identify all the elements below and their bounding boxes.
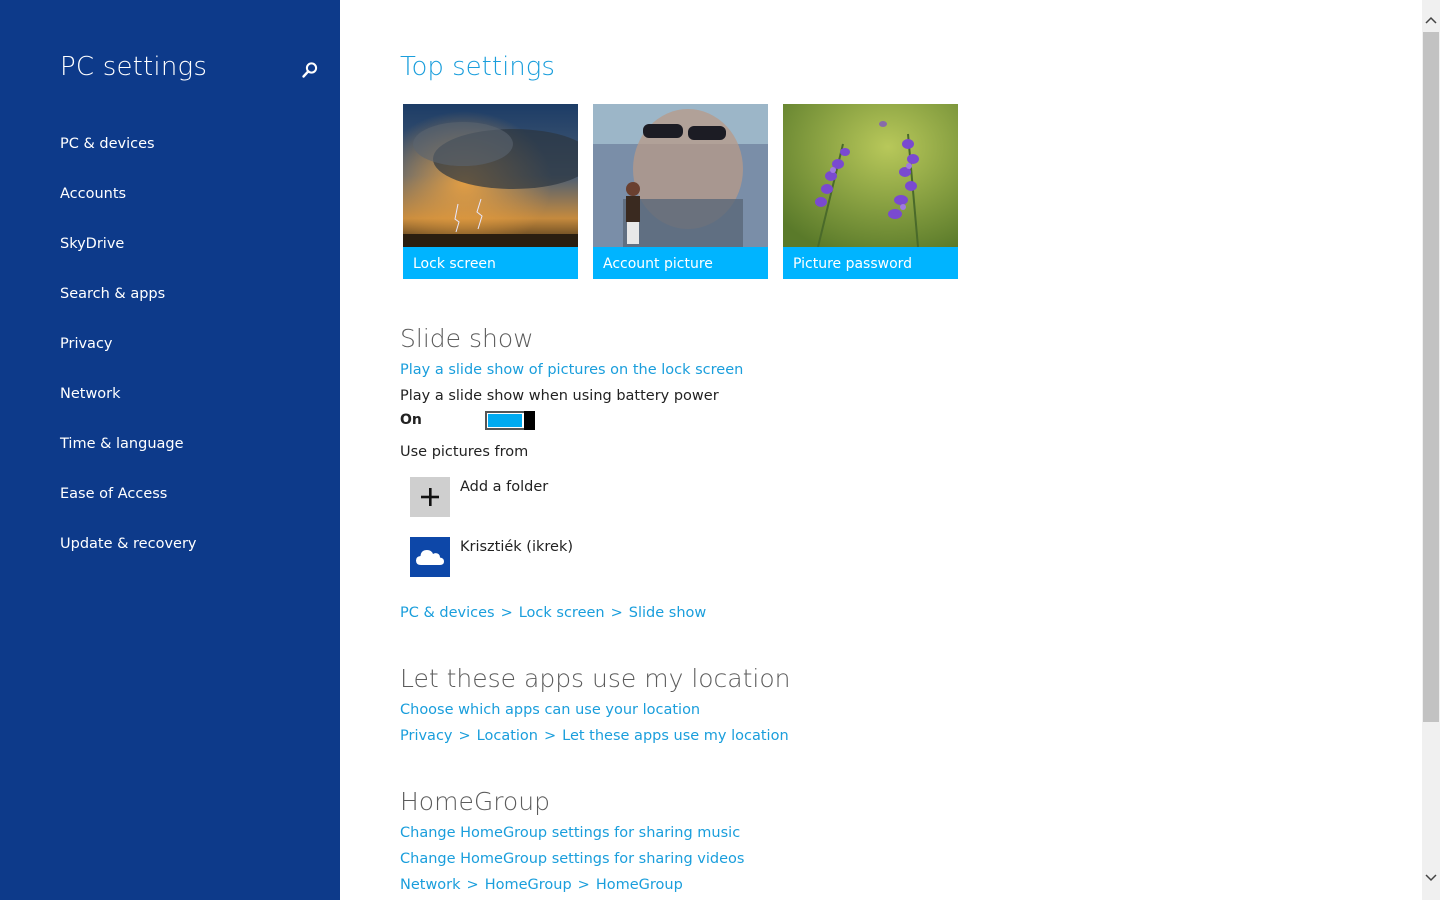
breadcrumb-separator: > <box>466 877 479 893</box>
sidebar-item-pc-devices[interactable]: PC & devices <box>60 136 155 152</box>
sidebar-item-ease-of-access[interactable]: Ease of Access <box>60 486 167 502</box>
chevron-down-icon <box>1425 874 1437 882</box>
location-breadcrumb: Privacy > Location > Let these apps use my l… <box>400 728 789 744</box>
lavender-image <box>783 104 958 247</box>
toggle-state-label: On <box>400 412 422 428</box>
cloud-icon <box>416 550 444 565</box>
add-folder-label[interactable]: Add a folder <box>460 479 548 495</box>
breadcrumb-segment[interactable]: HomeGroup <box>485 877 572 893</box>
sidebar-item-skydrive[interactable]: SkyDrive <box>60 236 124 252</box>
location-heading: Let these apps use my location <box>400 664 791 693</box>
breadcrumb-separator: > <box>610 605 623 621</box>
tile-label: Account picture <box>593 247 768 279</box>
tile-account-picture[interactable]: Account picture <box>593 104 768 279</box>
breadcrumb-segment[interactable]: Lock screen <box>519 605 605 621</box>
sidebar-item-time-language[interactable]: Time & language <box>60 436 184 452</box>
homegroup-videos-link[interactable]: Change HomeGroup settings for sharing vi… <box>400 851 744 867</box>
account-photo-image <box>593 104 768 247</box>
breadcrumb-segment[interactable]: Privacy <box>400 728 453 744</box>
scroll-down-button[interactable] <box>1422 868 1440 888</box>
use-pictures-label: Use pictures from <box>400 444 529 460</box>
homegroup-heading: HomeGroup <box>400 787 550 816</box>
homegroup-music-link[interactable]: Change HomeGroup settings for sharing mu… <box>400 825 740 841</box>
breadcrumb-separator: > <box>543 728 557 744</box>
scroll-up-button[interactable] <box>1422 10 1440 30</box>
toggle-thumb <box>524 411 535 430</box>
tile-label: Lock screen <box>403 247 578 279</box>
sidebar-item-privacy[interactable]: Privacy <box>60 336 113 352</box>
search-icon <box>302 62 318 78</box>
vertical-scrollbar[interactable] <box>1422 0 1440 900</box>
chevron-up-icon <box>1425 16 1437 24</box>
slideshow-breadcrumb: PC & devices > Lock screen > Slide show <box>400 605 706 621</box>
breadcrumb-separator: > <box>458 728 471 744</box>
breadcrumb-segment[interactable]: Let these apps use my location <box>562 728 789 744</box>
slideshow-link[interactable]: Play a slide show of pictures on the loc… <box>400 362 743 378</box>
skydrive-folder-item[interactable] <box>410 537 450 577</box>
sidebar-item-network[interactable]: Network <box>60 386 121 402</box>
slideshow-heading: Slide show <box>400 324 534 353</box>
skydrive-folder-label[interactable]: Krisztiék (ikrek) <box>460 539 573 555</box>
search-button[interactable] <box>294 54 326 86</box>
tile-label: Picture password <box>783 247 958 279</box>
breadcrumb-segment[interactable]: Network <box>400 877 461 893</box>
sidebar-item-accounts[interactable]: Accounts <box>60 186 126 202</box>
breadcrumb-segment[interactable]: Slide show <box>629 605 706 621</box>
page-title: Top settings <box>400 52 555 82</box>
sidebar: PC settings PC & devices Accounts SkyDri… <box>0 0 340 900</box>
homegroup-breadcrumb: Network > HomeGroup > HomeGroup <box>400 877 683 893</box>
plus-icon <box>421 488 439 506</box>
breadcrumb-separator: > <box>577 877 590 893</box>
sidebar-item-search-apps[interactable]: Search & apps <box>60 286 165 302</box>
main-content: Top settings Lock screen Account picture… <box>340 0 1422 900</box>
breadcrumb-segment[interactable]: PC & devices <box>400 605 495 621</box>
toggle-fill <box>488 414 522 427</box>
breadcrumb-segment[interactable]: Location <box>477 728 538 744</box>
scroll-thumb[interactable] <box>1423 32 1439 722</box>
sidebar-title: PC settings <box>60 52 208 82</box>
sidebar-item-update-recovery[interactable]: Update & recovery <box>60 536 197 552</box>
tile-lock-screen[interactable]: Lock screen <box>403 104 578 279</box>
tile-picture-password[interactable]: Picture password <box>783 104 958 279</box>
storm-image <box>403 104 578 247</box>
location-link[interactable]: Choose which apps can use your location <box>400 702 700 718</box>
battery-slideshow-toggle[interactable] <box>485 411 535 430</box>
battery-label: Play a slide show when using battery pow… <box>400 388 719 404</box>
breadcrumb-separator: > <box>500 605 513 621</box>
add-folder-button[interactable] <box>410 477 450 517</box>
breadcrumb-segment[interactable]: HomeGroup <box>596 877 683 893</box>
